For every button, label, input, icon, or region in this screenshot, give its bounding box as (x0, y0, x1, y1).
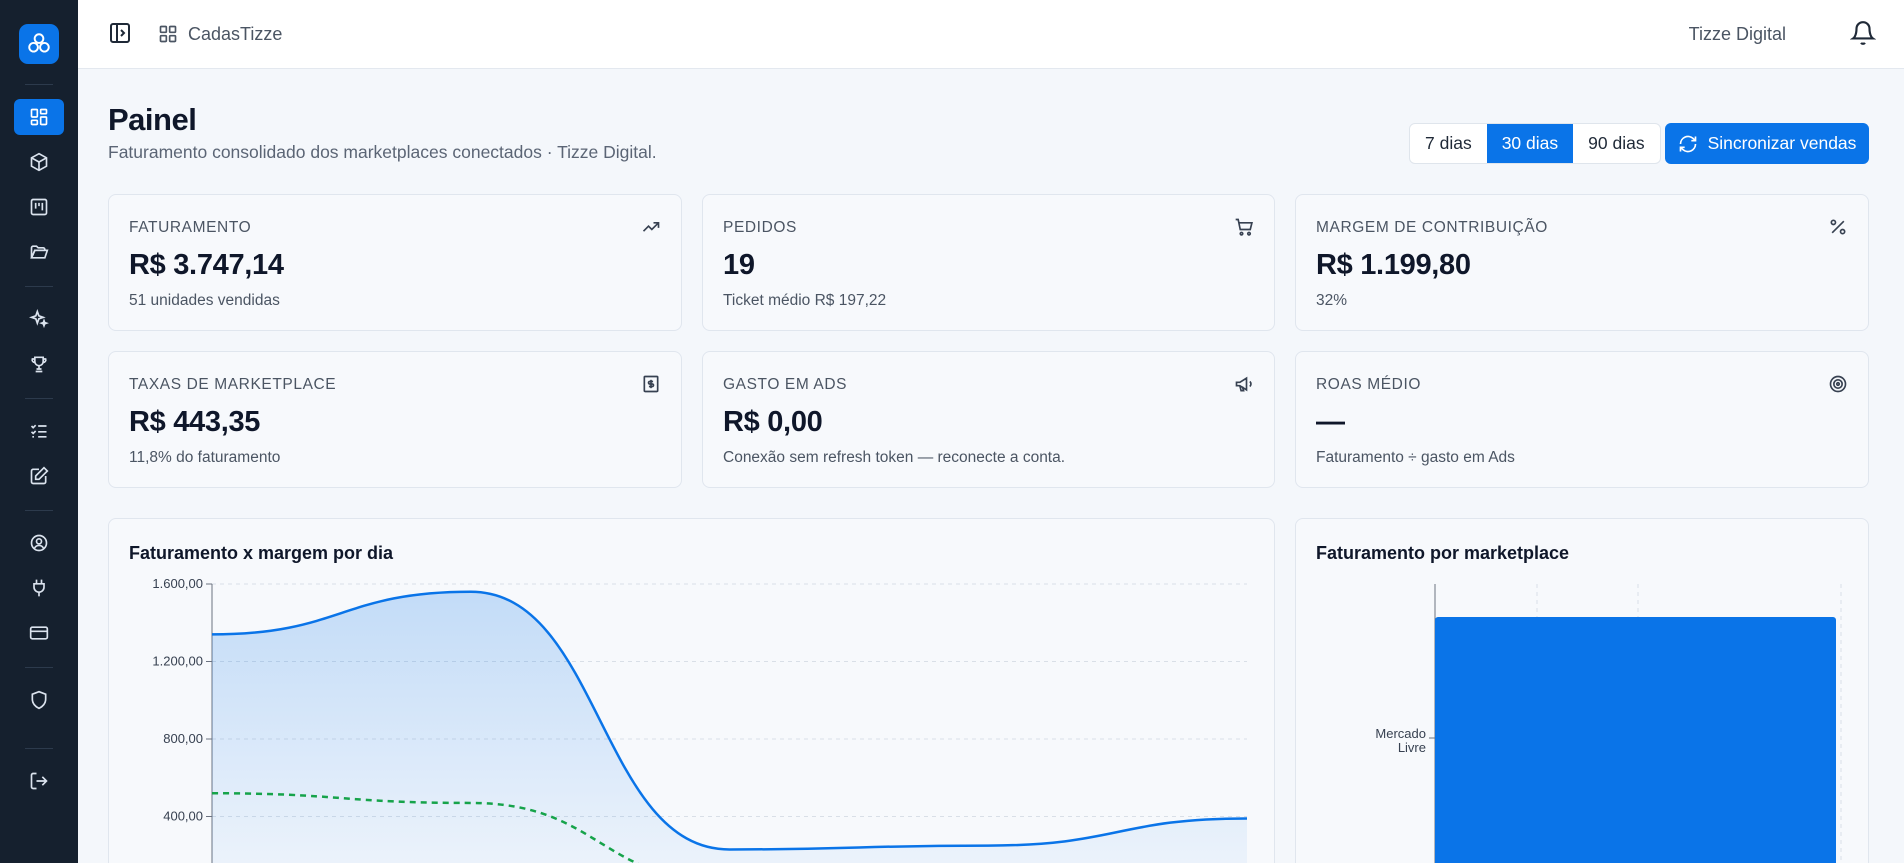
kpi-note: Conexão sem refresh token — reconecte a … (723, 449, 1066, 466)
user-circle-icon (30, 534, 48, 552)
trophy-icon (31, 356, 47, 373)
credit-card-icon (29, 626, 49, 640)
kpi-note: Faturamento ÷ gasto em Ads (1316, 449, 1515, 466)
sidebar-item-files[interactable] (14, 234, 64, 270)
sidebar-item-listings[interactable] (14, 189, 64, 225)
page-title: Painel (108, 102, 197, 137)
sparkles-icon (29, 309, 49, 329)
megaphone-icon (1235, 376, 1252, 392)
kpi-value: R$ 0,00 (723, 406, 823, 438)
folder-open-icon (30, 245, 49, 259)
org-name[interactable]: Tizze Digital (1689, 24, 1786, 45)
y-tick-label: 1.200,00 (152, 654, 203, 669)
kpi-value: R$ 443,35 (129, 406, 261, 438)
sidebar-item-account[interactable] (14, 525, 64, 561)
app-name[interactable]: CadasTizze (188, 24, 282, 45)
range-30-days-button[interactable]: 30 dias (1486, 124, 1574, 163)
kpi-card-margin: MARGEM DE CONTRIBUIÇÃO R$ 1.199,80 32% (1295, 194, 1869, 331)
bar (1435, 617, 1836, 863)
date-range-selector: 7 dias 30 dias 90 dias (1409, 123, 1661, 164)
shield-icon (31, 690, 47, 710)
kpi-label: ROAS MÉDIO (1316, 376, 1422, 393)
dashboard-icon (30, 108, 48, 126)
sidebar-item-logout[interactable] (14, 763, 64, 799)
y-tick-label: 400,00 (163, 809, 203, 824)
sidebar-item-edit[interactable] (14, 458, 64, 494)
kpi-label: MARGEM DE CONTRIBUIÇÃO (1316, 219, 1548, 236)
kpi-value: R$ 1.199,80 (1316, 249, 1471, 281)
trending-up-icon (642, 222, 660, 232)
edit-icon (30, 466, 49, 485)
kpi-value: 19 (723, 249, 755, 281)
kpi-label: PEDIDOS (723, 219, 797, 236)
kpi-note: Ticket médio R$ 197,22 (723, 292, 887, 309)
cart-icon (1235, 218, 1253, 236)
kpi-card-ads-spend: GASTO EM ADS R$ 0,00 Conexão sem refresh… (702, 351, 1275, 488)
kanban-icon (30, 198, 48, 216)
topbar: CadasTizze Tizze Digital (78, 0, 1904, 69)
list-checks-icon (30, 424, 47, 438)
sidebar-item-tasks[interactable] (14, 413, 64, 449)
marketplace-revenue-chart-card: Faturamento por marketplace Mercado Livre (1295, 518, 1869, 863)
sidebar-item-products[interactable] (14, 144, 64, 180)
sidebar-toggle-icon[interactable] (108, 21, 132, 45)
sidebar-divider (25, 398, 53, 399)
percent-icon (1830, 219, 1846, 235)
sidebar-item-billing[interactable] (14, 615, 64, 651)
target-icon (1829, 375, 1847, 393)
sidebar-item-ranking[interactable] (14, 346, 64, 382)
kpi-value: — (1316, 406, 1345, 438)
sidebar-divider (25, 510, 53, 511)
category-label: Mercado (1375, 726, 1426, 741)
sidebar-divider (25, 748, 53, 749)
package-icon (30, 152, 48, 172)
category-label: Livre (1398, 740, 1426, 755)
grid-icon (159, 25, 177, 43)
plug-icon (33, 579, 45, 597)
app-logo[interactable] (19, 24, 59, 64)
revenue-margin-chart: 1.600,00 1.200,00 800,00 400,00 (152, 576, 1248, 863)
sync-sales-label: Sincronizar vendas (1707, 133, 1857, 153)
kpi-value: R$ 3.747,14 (129, 249, 284, 281)
kpi-card-revenue: FATURAMENTO R$ 3.747,14 51 unidades vend… (108, 194, 682, 331)
y-tick-label: 800,00 (163, 731, 203, 746)
kpi-note: 11,8% do faturamento (129, 449, 281, 466)
range-7-days-button[interactable]: 7 dias (1410, 124, 1487, 163)
sidebar-divider (25, 286, 53, 287)
kpi-card-roas: ROAS MÉDIO — Faturamento ÷ gasto em Ads (1295, 351, 1869, 488)
receipt-icon (643, 375, 659, 393)
kpi-label: TAXAS DE MARKETPLACE (129, 376, 337, 393)
revenue-margin-chart-card: Faturamento x margem por dia 1.600,00 1.2… (108, 518, 1275, 863)
bell-icon[interactable] (1850, 20, 1876, 46)
sidebar-item-integrations[interactable] (14, 570, 64, 606)
revenue-area (212, 591, 1247, 863)
kpi-label: GASTO EM ADS (723, 376, 848, 393)
sidebar-divider (25, 84, 53, 85)
kpi-label: FATURAMENTO (129, 219, 252, 236)
range-90-days-button[interactable]: 90 dias (1573, 124, 1659, 163)
kpi-card-orders: PEDIDOS 19 Ticket médio R$ 197,22 (702, 194, 1275, 331)
sync-sales-button[interactable]: Sincronizar vendas (1665, 123, 1869, 164)
sidebar-item-dashboard[interactable] (14, 99, 64, 135)
page-subtitle: Faturamento consolidado dos marketplaces… (108, 142, 657, 162)
sidebar-item-ai[interactable] (14, 301, 64, 337)
refresh-icon (1679, 135, 1696, 152)
kpi-note: 51 unidades vendidas (129, 292, 280, 309)
kpi-note: 32% (1316, 292, 1348, 309)
sidebar-divider (25, 667, 53, 668)
sidebar (0, 0, 78, 863)
sidebar-item-security[interactable] (14, 682, 64, 718)
kpi-card-marketplace-fees: TAXAS DE MARKETPLACE R$ 443,35 11,8% do … (108, 351, 682, 488)
marketplace-revenue-chart: MercadoLivre (1375, 584, 1842, 863)
y-tick-label: 1.600,00 (152, 576, 203, 591)
logout-icon (30, 772, 48, 790)
